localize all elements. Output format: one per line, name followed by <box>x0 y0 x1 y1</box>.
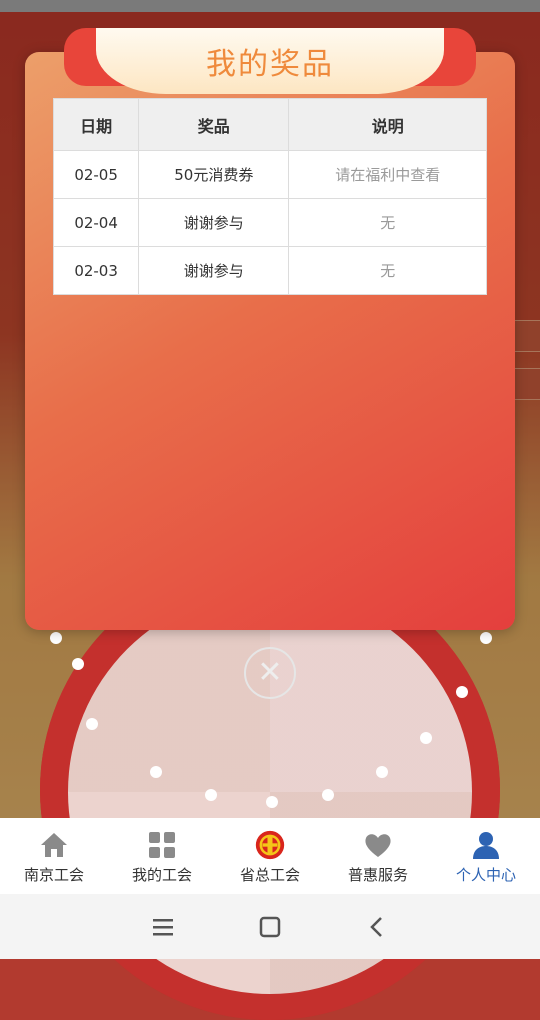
cell-prize: 谢谢参与 <box>138 246 290 295</box>
bottom-tab-bar: 南京工会 我的工会 省总工会 普惠服务 个人中心 <box>0 818 540 894</box>
home-icon <box>39 830 69 860</box>
tab-my-union[interactable]: 我的工会 <box>108 818 216 894</box>
table-row: 02-05 50元消费券 请在福利中查看 <box>52 150 487 199</box>
wheel-light <box>480 632 492 644</box>
wheel-light <box>72 658 84 670</box>
home-button[interactable] <box>250 907 290 947</box>
wheel-light <box>322 789 334 801</box>
tab-label: 我的工会 <box>131 866 192 884</box>
column-header-date: 日期 <box>52 98 140 151</box>
tab-nanjing-union[interactable]: 南京工会 <box>0 818 108 894</box>
system-navigation-bar <box>0 894 540 959</box>
recent-apps-button[interactable] <box>143 907 183 947</box>
tab-label: 普惠服务 <box>347 866 408 884</box>
cell-note: 请在福利中查看 <box>288 150 487 199</box>
back-button[interactable] <box>357 907 397 947</box>
column-header-note: 说明 <box>288 98 487 151</box>
wheel-light <box>86 718 98 730</box>
back-icon <box>369 916 382 937</box>
cell-note: 无 <box>288 246 487 295</box>
tab-personal-center[interactable]: 个人中心 <box>432 818 540 894</box>
home-square-icon <box>259 916 281 937</box>
cell-prize: 谢谢参与 <box>138 198 290 247</box>
column-header-prize: 奖品 <box>138 98 290 151</box>
person-icon <box>471 830 501 860</box>
modal-title: 我的奖品 <box>206 47 334 82</box>
close-button[interactable]: ✕ <box>244 647 296 699</box>
cell-date: 02-03 <box>52 246 140 295</box>
table-row: 02-03 谢谢参与 无 <box>52 246 487 295</box>
status-bar-strip <box>0 0 540 12</box>
heart-hands-icon <box>363 830 393 860</box>
cell-prize: 50元消费券 <box>138 150 290 199</box>
tab-label: 个人中心 <box>455 866 516 884</box>
grid-icon <box>147 830 177 860</box>
wheel-light <box>456 686 468 698</box>
union-emblem-icon <box>255 830 285 860</box>
modal-title-banner: 我的奖品 <box>96 28 444 94</box>
prize-table: 日期 奖品 说明 02-05 50元消费券 请在福利中查看 02-04 谢谢参与… <box>52 98 487 295</box>
tab-label: 省总工会 <box>239 866 300 884</box>
wheel-light <box>420 732 432 744</box>
tab-label: 南京工会 <box>23 866 84 884</box>
close-icon: ✕ <box>257 655 283 690</box>
table-header-row: 日期 奖品 说明 <box>52 98 487 151</box>
tab-benefit-services[interactable]: 普惠服务 <box>324 818 432 894</box>
cell-date: 02-05 <box>52 150 140 199</box>
wheel-light <box>266 796 278 808</box>
wheel-light <box>150 766 162 778</box>
wheel-light <box>205 789 217 801</box>
wheel-light <box>50 632 62 644</box>
cell-date: 02-04 <box>52 198 140 247</box>
tab-provincial-union[interactable]: 省总工会 <box>216 818 324 894</box>
recent-apps-icon <box>153 918 174 935</box>
cell-note: 无 <box>288 198 487 247</box>
table-row: 02-04 谢谢参与 无 <box>52 198 487 247</box>
wheel-light <box>376 766 388 778</box>
